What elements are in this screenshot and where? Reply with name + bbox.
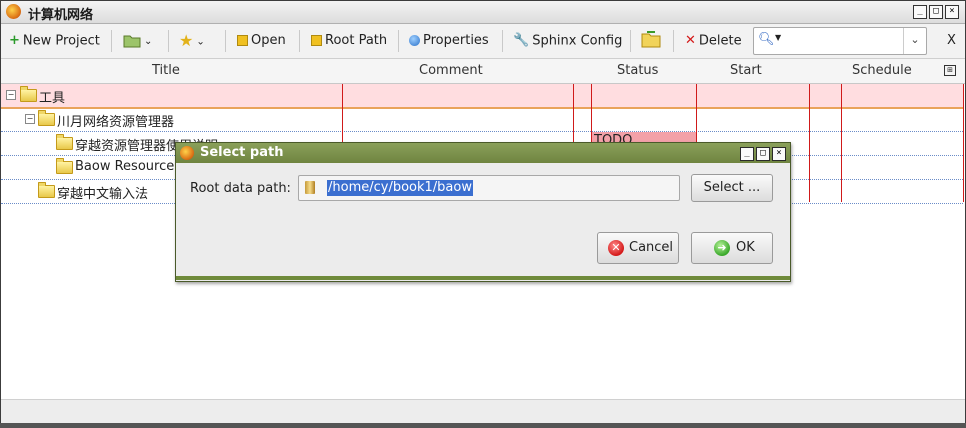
ok-button[interactable]: ➜ OK bbox=[691, 232, 773, 264]
new-project-label: New Project bbox=[22, 33, 100, 49]
dialog-bottom-border bbox=[176, 276, 790, 280]
root-path-label: Root Path bbox=[325, 33, 388, 48]
tree-header: Title Comment Status Start Schedule ⊞ bbox=[1, 59, 965, 84]
search-box[interactable]: 🔍︎ ▼ ⌄ bbox=[753, 27, 927, 55]
plus-icon: + bbox=[9, 33, 20, 48]
expander-icon[interactable]: − bbox=[25, 114, 35, 124]
select-button[interactable]: Select ... bbox=[691, 174, 773, 202]
maximize-button[interactable]: □ bbox=[929, 5, 943, 19]
open-button[interactable]: Open bbox=[237, 32, 286, 50]
dialog-title: Select path bbox=[200, 145, 284, 160]
column-divider bbox=[841, 84, 842, 202]
root-path-label: Root data path: bbox=[190, 181, 291, 196]
path-icon bbox=[305, 181, 315, 194]
sphinx-config-label: Sphinx Config bbox=[532, 33, 623, 49]
folder-icon bbox=[20, 86, 37, 102]
toolbar: + New Project ⌄ ★ ⌄ Open Root Path Propert… bbox=[1, 24, 965, 59]
wrench-icon: 🔧 bbox=[513, 33, 530, 48]
folder-icon bbox=[38, 182, 55, 198]
folder-icon bbox=[56, 134, 73, 150]
desktop-strip bbox=[0, 423, 966, 428]
toolbar-separator bbox=[502, 30, 503, 52]
folder-icon bbox=[123, 35, 141, 47]
search-mode-chevron-icon[interactable]: ▼ bbox=[775, 33, 781, 42]
column-title[interactable]: Title bbox=[152, 63, 180, 78]
delete-label: Delete bbox=[698, 33, 742, 49]
ok-icon: ➜ bbox=[714, 240, 730, 256]
clear-search-button[interactable]: X bbox=[947, 32, 956, 50]
toolbar-separator bbox=[673, 30, 674, 52]
column-chooser-icon[interactable]: ⊞ bbox=[944, 65, 956, 76]
root-path-icon bbox=[311, 35, 322, 46]
folder-menu-button[interactable]: ⌄ bbox=[123, 32, 152, 50]
open-label: Open bbox=[251, 33, 286, 48]
tree-row-label: Baow Resource bbox=[75, 159, 175, 174]
folder-icon bbox=[56, 158, 73, 174]
cancel-button[interactable]: ✕ Cancel bbox=[597, 232, 679, 264]
refresh-folder-button[interactable] bbox=[641, 30, 661, 48]
root-path-input[interactable]: /home/cy/book1/baow bbox=[298, 175, 680, 201]
properties-icon bbox=[409, 35, 420, 46]
star-icon: ★ bbox=[179, 31, 194, 50]
column-status[interactable]: Status bbox=[617, 63, 658, 78]
root-path-button[interactable]: Root Path bbox=[311, 32, 387, 50]
properties-button[interactable]: Properties bbox=[409, 32, 489, 50]
refresh-folder-icon bbox=[641, 31, 661, 48]
open-icon bbox=[237, 35, 248, 46]
folder-icon bbox=[38, 110, 55, 126]
toolbar-separator bbox=[225, 30, 226, 52]
close-button[interactable]: × bbox=[945, 5, 959, 19]
status-bar bbox=[1, 399, 965, 424]
toolbar-separator bbox=[168, 30, 169, 52]
dialog-close-button[interactable]: × bbox=[772, 147, 786, 161]
cancel-label: Cancel bbox=[629, 240, 674, 255]
column-schedule[interactable]: Schedule bbox=[852, 63, 912, 78]
favorites-menu-button[interactable]: ★ ⌄ bbox=[179, 32, 205, 50]
properties-label: Properties bbox=[423, 33, 489, 48]
column-divider bbox=[809, 84, 810, 202]
dialog-maximize-button[interactable]: □ bbox=[756, 147, 770, 161]
toolbar-separator bbox=[630, 30, 631, 52]
title-bar: 计算机网络 _ □ × bbox=[1, 1, 965, 24]
dialog-title-bar: Select path _ □ × bbox=[176, 143, 790, 163]
toolbar-separator bbox=[299, 30, 300, 52]
toolbar-separator bbox=[111, 30, 112, 52]
dialog-minimize-button[interactable]: _ bbox=[740, 147, 754, 161]
tree-row-label: 工具 bbox=[39, 91, 66, 106]
delete-button[interactable]: ✕ Delete bbox=[685, 32, 742, 50]
toolbar-separator bbox=[398, 30, 399, 52]
search-icon: 🔍︎ bbox=[758, 32, 775, 47]
minimize-button[interactable]: _ bbox=[913, 5, 927, 19]
tree-row[interactable]: − 工具 bbox=[1, 84, 963, 109]
app-icon bbox=[180, 146, 194, 160]
chevron-down-icon: ⌄ bbox=[196, 36, 205, 48]
app-icon bbox=[6, 4, 21, 19]
root-path-value[interactable]: /home/cy/book1/baow bbox=[327, 180, 473, 196]
sphinx-config-button[interactable]: 🔧 Sphinx Config bbox=[513, 32, 622, 50]
chevron-down-icon: ⌄ bbox=[144, 36, 153, 47]
expander-icon[interactable]: − bbox=[6, 90, 16, 100]
tree-row-label: 川月网络资源管理器 bbox=[57, 115, 175, 130]
column-start[interactable]: Start bbox=[730, 63, 762, 78]
window-title: 计算机网络 bbox=[28, 8, 94, 23]
ok-label: OK bbox=[736, 240, 755, 255]
column-comment[interactable]: Comment bbox=[419, 63, 483, 78]
delete-icon: ✕ bbox=[685, 33, 696, 48]
new-project-button[interactable]: + New Project bbox=[9, 32, 100, 50]
column-divider bbox=[963, 84, 964, 202]
search-dropdown-button[interactable]: ⌄ bbox=[903, 28, 926, 54]
cancel-icon: ✕ bbox=[608, 240, 624, 256]
select-path-dialog: Select path _ □ × Root data path: /home/… bbox=[175, 142, 791, 282]
tree-row[interactable]: − 川月网络资源管理器 bbox=[1, 108, 963, 132]
tree-row-label: 穿越中文输入法 bbox=[57, 187, 149, 202]
